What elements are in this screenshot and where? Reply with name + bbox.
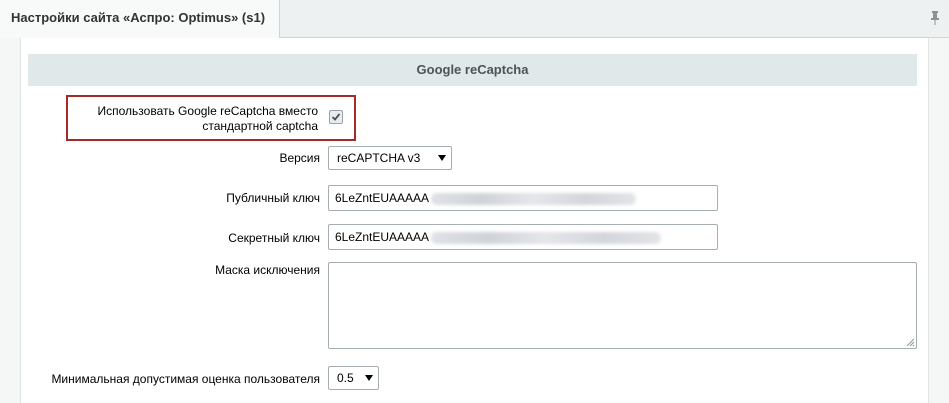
section-title: Google reCaptcha [416, 62, 529, 77]
secret-key-label: Секретный ключ [228, 231, 320, 245]
version-select-value: reCAPTCHA v3 [337, 151, 421, 165]
secret-key-value: 6LeZntEUAAAAA [335, 230, 430, 244]
public-key-label: Публичный ключ [226, 191, 320, 205]
secret-key-input[interactable]: 6LeZntEUAAAAA [328, 224, 718, 250]
section-header: Google reCaptcha [28, 54, 917, 86]
use-recaptcha-label: Использовать Google reCaptcha вместо ста… [97, 104, 319, 133]
checkmark-icon [331, 113, 341, 121]
min-score-select[interactable]: 0.5 [328, 366, 379, 390]
redacted-key-blur [431, 192, 637, 205]
tab-title: Настройки сайта «Аспро: Optimus» (s1) [11, 10, 266, 25]
use-recaptcha-checkbox[interactable] [329, 110, 343, 124]
chevron-down-icon [365, 375, 373, 381]
pin-icon[interactable] [929, 10, 941, 26]
version-select[interactable]: reCAPTCHA v3 [328, 146, 452, 170]
exclusion-mask-textarea[interactable] [328, 262, 917, 349]
min-score-select-value: 0.5 [337, 371, 354, 385]
tab-site-settings[interactable]: Настройки сайта «Аспро: Optimus» (s1) [0, 0, 280, 38]
recaptcha-toggle-highlight: Использовать Google reCaptcha вместо ста… [66, 95, 356, 141]
redacted-key-blur [431, 231, 662, 244]
min-score-label: Минимальная допустимая оценка пользовате… [51, 372, 320, 386]
version-label: Версия [279, 151, 320, 165]
public-key-input[interactable]: 6LeZntEUAAAAA [328, 185, 718, 211]
tab-bar: Настройки сайта «Аспро: Optimus» (s1) [0, 0, 949, 38]
resize-handle-icon[interactable] [905, 337, 915, 347]
chevron-down-icon [438, 155, 446, 161]
public-key-value: 6LeZntEUAAAAA [335, 191, 430, 205]
exclusion-mask-label: Маска исключения [215, 263, 320, 277]
